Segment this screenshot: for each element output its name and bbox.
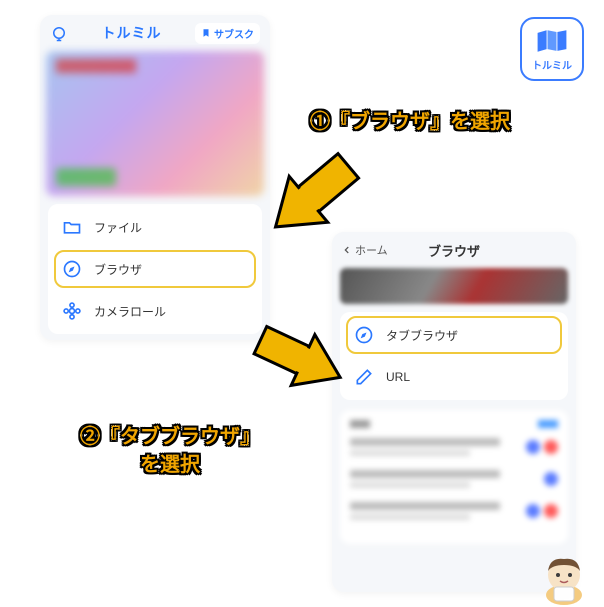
app-logo-badge: トルミル [520,17,584,81]
bookmark-icon [201,28,211,38]
hint-icon[interactable] [50,24,68,42]
history-list-blurred [340,410,568,544]
mascot-illustration [536,547,592,607]
books-icon [534,27,570,55]
flower-icon [62,301,82,321]
subscribe-label: サブスク [214,26,254,41]
folder-icon [62,217,82,237]
compass-icon [62,259,82,279]
menu-item-browser[interactable]: ブラウザ [48,248,262,290]
callout-step-1: ①『ブラウザ』を選択 [310,108,510,136]
browser-panel: ホーム ブラウザ タブブラウザ URL [332,232,576,592]
promo-banner[interactable] [340,268,568,304]
home-menu: ファイル ブラウザ カメラロール [48,204,262,334]
home-panel-header: トルミル サブスク [40,15,270,51]
menu-item-label: カメラロール [94,303,166,320]
arrow-step-1 [250,138,370,258]
menu-item-label: タブブラウザ [386,327,458,344]
menu-item-file[interactable]: ファイル [48,206,262,248]
menu-item-url[interactable]: URL [340,356,568,398]
menu-item-label: ファイル [94,219,142,236]
browser-menu: タブブラウザ URL [340,312,568,400]
callout-step-2: ②『タブブラウザ』 を選択 [80,423,260,479]
app-title: トルミル [68,23,195,43]
menu-item-tabbrowser[interactable]: タブブラウザ [340,314,568,356]
menu-item-label: URL [386,370,410,384]
highlight-browser [54,250,256,288]
subscribe-button[interactable]: サブスク [195,23,260,44]
ad-banner[interactable] [46,51,264,196]
menu-item-label: ブラウザ [94,261,142,278]
logo-text: トルミル [532,57,572,72]
arrow-step-2 [248,305,358,415]
home-panel: トルミル サブスク ファイル ブラウザ カメラロール [40,15,270,340]
menu-item-cameraroll[interactable]: カメラロール [48,290,262,332]
